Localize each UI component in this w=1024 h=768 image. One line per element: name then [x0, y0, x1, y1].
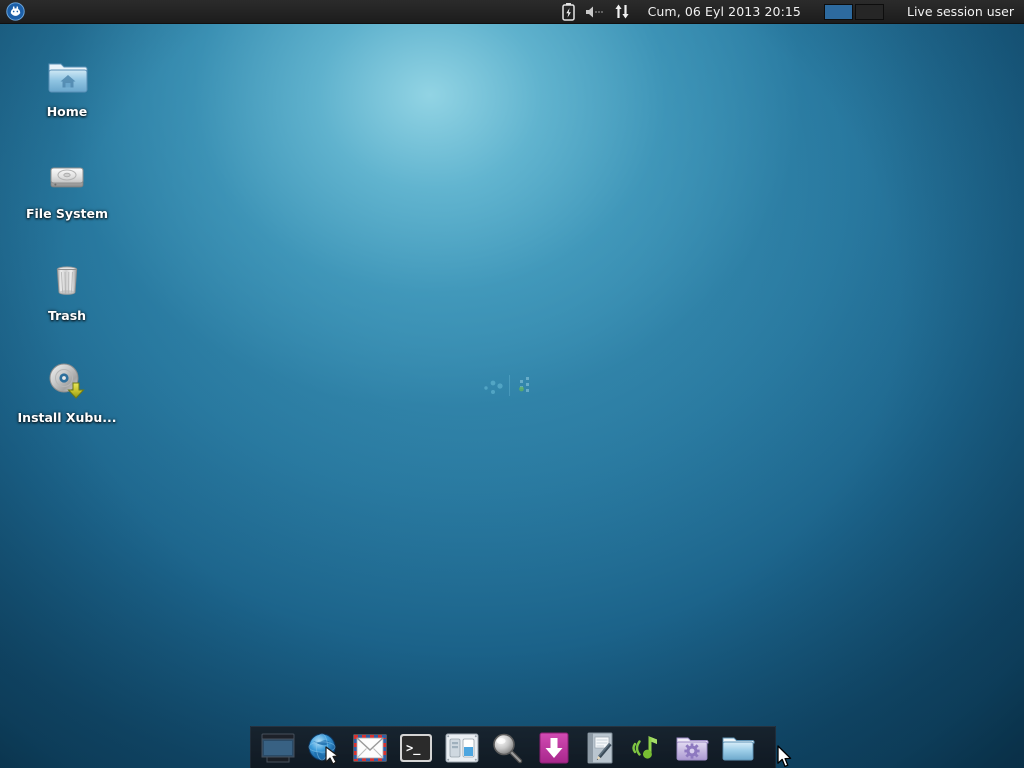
xubuntu-watermark: [478, 372, 544, 398]
desktop-icon-file-system[interactable]: File System: [11, 154, 123, 221]
workspace-2[interactable]: [855, 4, 884, 20]
dock-item-file-manager[interactable]: [715, 727, 761, 768]
panel-clock[interactable]: Cum, 06 Eyl 2013 20:15: [640, 4, 811, 19]
dock-item-settings-manager[interactable]: [439, 727, 485, 768]
show-desktop-icon: [260, 731, 296, 765]
speaker-volume-icon[interactable]: [584, 5, 604, 19]
svg-text:>_: >_: [406, 741, 421, 756]
desktop-icon-home[interactable]: Home: [11, 52, 123, 119]
desktop-icon-label: Home: [11, 105, 123, 119]
dock-item-text-editor[interactable]: [577, 727, 623, 768]
top-panel: Cum, 06 Eyl 2013 20:15 Live session user: [0, 0, 1024, 24]
notes-pen-icon: [584, 732, 616, 764]
desktop-icon-label: Trash: [11, 309, 123, 323]
hard-drive-icon: [43, 154, 91, 202]
bottom-dock-panel: >_: [250, 726, 776, 768]
desktop-icon-label: File System: [11, 207, 123, 221]
dock-item-application-finder[interactable]: [485, 727, 531, 768]
desktop-icon-install-xubuntu[interactable]: Install Xubu...: [11, 358, 123, 425]
dock-item-web-browser[interactable]: [301, 727, 347, 768]
battery-charging-icon[interactable]: [562, 3, 575, 21]
music-note-icon: [629, 732, 663, 764]
magnifier-search-icon: [491, 732, 525, 764]
dock-item-settings-folder[interactable]: [669, 727, 715, 768]
web-browser-globe-icon: [307, 731, 341, 765]
blue-folder-icon: [721, 733, 755, 763]
dock-item-software-updater[interactable]: [531, 727, 577, 768]
install-disc-icon: [43, 358, 91, 406]
workspace-1[interactable]: [824, 4, 853, 20]
mail-envelope-icon: [353, 733, 387, 763]
system-tray: Cum, 06 Eyl 2013 20:15 Live session user: [562, 0, 1024, 24]
network-updown-arrows-icon[interactable]: [613, 3, 631, 20]
desktop-screen: Cum, 06 Eyl 2013 20:15 Live session user: [0, 0, 1024, 768]
trash-can-icon: [43, 256, 91, 304]
dock-item-show-desktop[interactable]: [255, 727, 301, 768]
desktop-icon-trash[interactable]: Trash: [11, 256, 123, 323]
dock-item-terminal[interactable]: >_: [393, 727, 439, 768]
dock-item-music-player[interactable]: [623, 727, 669, 768]
download-arrow-icon: [538, 732, 570, 764]
home-folder-icon: [43, 52, 91, 100]
desktop-icon-label: Install Xubu...: [11, 411, 123, 425]
terminal-icon: >_: [399, 733, 433, 763]
session-user-label[interactable]: Live session user: [897, 4, 1020, 19]
workspace-switcher[interactable]: [820, 0, 888, 24]
applications-menu-button[interactable]: [2, 0, 28, 24]
settings-manager-icon: [445, 733, 479, 763]
gear-folder-icon: [675, 733, 709, 763]
dock-item-mail-reader[interactable]: [347, 727, 393, 768]
xfce-mouse-logo-icon: [6, 2, 25, 21]
